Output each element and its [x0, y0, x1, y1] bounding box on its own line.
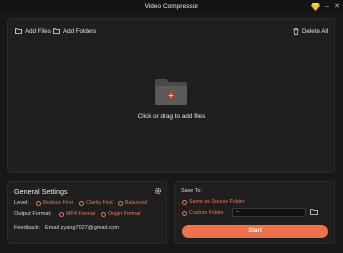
level-option-reduce-first[interactable]: Reduce First	[36, 200, 73, 206]
save-to-title: Save To:	[181, 188, 202, 194]
format-option-origin[interactable]: Origin Format	[101, 211, 140, 217]
delete-all-button[interactable]: Delete All	[293, 26, 328, 36]
custom-folder-path-input[interactable]: --	[232, 208, 306, 217]
folder-icon	[15, 28, 22, 34]
format-option-label: Origin Format	[108, 211, 141, 217]
folder-icon	[53, 28, 60, 34]
add-files-label: Add Files	[25, 27, 51, 35]
save-option-custom-folder[interactable]: Custom Folder	[182, 210, 224, 216]
trash-icon	[293, 27, 299, 35]
feedback-email-link[interactable]: Email zyang7027@gmail.com	[45, 225, 119, 231]
radio-button[interactable]	[36, 200, 41, 206]
feedback-label: Feedback:	[14, 225, 41, 231]
output-format-label: Output Format:	[14, 211, 52, 217]
level-option-label: Balanced	[125, 200, 148, 206]
radio-button[interactable]	[182, 199, 187, 205]
add-folders-button[interactable]: Add Folders	[53, 26, 96, 36]
folder-add-icon[interactable]	[153, 77, 189, 107]
diamond-icon[interactable]	[311, 3, 320, 11]
radio-button[interactable]	[79, 200, 84, 206]
level-option-label: Reduce First	[43, 200, 74, 206]
minimize-icon[interactable]: –	[323, 3, 331, 11]
level-option-label: Clarity First	[86, 200, 113, 206]
radio-button[interactable]	[118, 200, 123, 206]
radio-button[interactable]	[182, 210, 187, 216]
save-option-label: Same as Source Folder	[189, 199, 245, 205]
delete-all-label: Delete All	[302, 27, 329, 35]
gear-icon[interactable]	[154, 187, 162, 195]
close-icon[interactable]: ✕	[333, 3, 341, 11]
level-label: Level:	[14, 200, 29, 206]
general-settings-title: General Settings	[14, 187, 68, 196]
app-window: Video Compressor – ✕ Add Files Add Folde…	[0, 0, 343, 253]
format-option-label: MP4 Format	[66, 211, 96, 217]
dropzone-hint: Click or drag to add files	[137, 113, 206, 120]
format-option-mp4[interactable]: MP4 Format	[59, 211, 95, 217]
folder-icon[interactable]	[310, 208, 318, 216]
add-folders-label: Add Folders	[63, 27, 97, 35]
add-files-button[interactable]: Add Files	[15, 26, 51, 36]
save-option-same-as-source[interactable]: Same as Source Folder	[182, 199, 245, 205]
start-button[interactable]: Start	[182, 225, 328, 238]
save-option-label: Custom Folder	[189, 210, 224, 216]
radio-button[interactable]	[59, 211, 64, 217]
radio-button[interactable]	[101, 211, 106, 217]
level-option-balanced[interactable]: Balanced	[118, 200, 147, 206]
level-option-clarity-first[interactable]: Clarity First	[79, 200, 113, 206]
window-title: Video Compressor	[144, 3, 199, 10]
